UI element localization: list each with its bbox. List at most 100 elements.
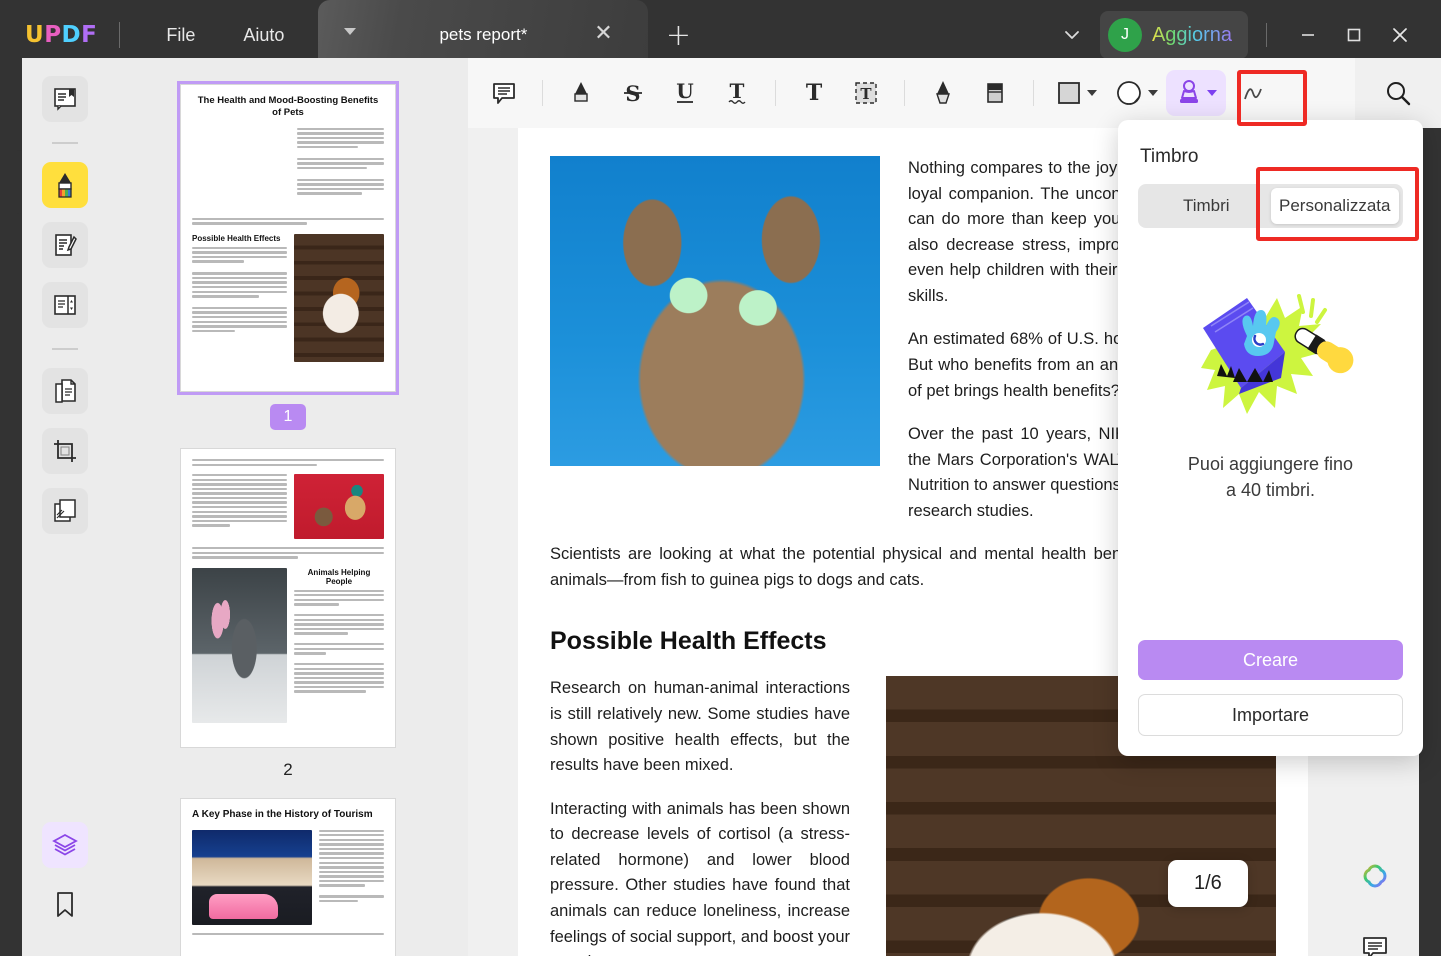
svg-text:T: T	[806, 80, 823, 106]
thumbnail-page-1[interactable]: The Health and Mood-Boosting Benefits of…	[177, 81, 399, 395]
ai-flower-icon	[1363, 864, 1387, 888]
menu-aiuto[interactable]: Aiuto	[219, 17, 308, 54]
sticker-tool[interactable]	[1106, 70, 1166, 116]
text-icon: T	[806, 80, 823, 106]
thumbnail-list: The Health and Mood-Boosting Benefits of…	[108, 58, 468, 956]
thumb-photo-dogs	[294, 473, 384, 539]
shape-icon	[1057, 82, 1080, 104]
stamp-illustration	[1181, 290, 1361, 425]
squiggly-tool[interactable]: T	[711, 70, 763, 116]
crop-icon	[54, 440, 76, 462]
signature-tool[interactable]	[1226, 70, 1278, 116]
stamp-panel[interactable]: Timbro Timbri Personalizzata Puoi aggiun…	[1118, 120, 1423, 756]
maximize-button[interactable]	[1331, 12, 1377, 58]
svg-text:T: T	[860, 85, 872, 103]
sidebar-item-pages[interactable]	[42, 488, 88, 534]
stamp-panel-note: Puoi aggiungere fino a 40 timbri.	[1118, 451, 1423, 503]
left-tool-rail	[22, 58, 108, 956]
svg-text:U: U	[676, 79, 693, 103]
pencil-tool[interactable]	[917, 70, 969, 116]
thumbnail-entry-1[interactable]: The Health and Mood-Boosting Benefits of…	[108, 58, 468, 430]
thumb-title-1: The Health and Mood-Boosting Benefits of…	[197, 95, 379, 118]
ai-assistant-button[interactable]	[1351, 856, 1399, 904]
thumbnail-panel[interactable]: The Health and Mood-Boosting Benefits of…	[108, 58, 468, 956]
new-tab-button[interactable]: +	[658, 18, 698, 53]
sticker-icon	[1116, 81, 1141, 105]
underline-tool[interactable]: U	[659, 70, 711, 116]
tab-personalizzata[interactable]: Personalizzata	[1270, 188, 1399, 224]
sidebar-item-bookmark[interactable]	[42, 882, 88, 928]
document-paragraph: Interacting with animals has been shown …	[550, 799, 850, 956]
comment-panel-button[interactable]	[1351, 924, 1399, 956]
avatar[interactable]: J	[1107, 18, 1142, 52]
sidebar-item-convert[interactable]	[42, 368, 88, 414]
pages-stack-icon	[54, 499, 76, 522]
search-tool-area[interactable]	[1355, 58, 1441, 128]
thumb-photo-havana	[192, 829, 312, 925]
stamp-tool[interactable]	[1166, 70, 1226, 116]
shape-caret-down-icon[interactable]	[1086, 90, 1097, 96]
layers-icon	[52, 833, 78, 856]
sidebar-item-comment[interactable]	[42, 162, 88, 208]
organize-pages-icon	[54, 295, 76, 315]
stamp-panel-actions: Creare Importare	[1138, 640, 1403, 736]
updf-logo: UPDF	[25, 22, 98, 48]
document-image-cat	[550, 156, 880, 466]
stamp-note-line-1: Puoi aggiungere fino	[1187, 454, 1354, 474]
thumb-photo-dogcat	[294, 233, 384, 362]
document-body-column: Research on human-animal interactions is…	[550, 676, 850, 956]
toolbar-divider-2	[775, 80, 776, 106]
sidebar-item-edit[interactable]	[42, 222, 88, 268]
create-stamp-button[interactable]: Creare	[1138, 640, 1403, 680]
strikethrough-tool[interactable]: S	[607, 70, 659, 116]
tabs-chevron-down-icon[interactable]	[1050, 13, 1094, 57]
highlight-icon	[574, 82, 588, 102]
text-tool[interactable]: T	[788, 70, 840, 116]
thumb-heading-1: Possible Health Effects	[192, 233, 281, 243]
upgrade-button[interactable]: J Aggiorna	[1099, 11, 1248, 59]
squiggly-icon: T	[728, 79, 746, 104]
thumbnail-page-3[interactable]: A Key Phase in the History of Tourism	[180, 798, 396, 956]
sticker-caret-down-icon[interactable]	[1147, 90, 1158, 96]
annotation-toolbar: S U T T T	[468, 58, 1419, 128]
menu-file[interactable]: File	[142, 17, 219, 54]
sidebar-item-organize[interactable]	[42, 282, 88, 328]
textbox-tool[interactable]: T	[840, 70, 892, 116]
comment-tool[interactable]	[478, 70, 530, 116]
import-stamp-button[interactable]: Importare	[1138, 694, 1403, 736]
stamp-panel-tabs: Timbri Personalizzata	[1138, 184, 1403, 228]
toolbar-divider-1	[542, 80, 543, 106]
thumb-photo-cat	[192, 126, 290, 211]
minimize-button[interactable]	[1285, 12, 1331, 58]
thumbnail-page-2[interactable]: Animals Helping People	[180, 448, 396, 748]
tab-timbri[interactable]: Timbri	[1142, 188, 1271, 224]
highlight-tool[interactable]	[555, 70, 607, 116]
sidebar-item-crop[interactable]	[42, 428, 88, 474]
thumb-title-3: A Key Phase in the History of Tourism	[192, 809, 373, 820]
comment-icon	[493, 83, 515, 104]
comment-panel-icon	[1363, 937, 1387, 956]
stamp-caret-down-icon[interactable]	[1206, 90, 1217, 96]
tab-close-icon[interactable]: ✕	[590, 22, 616, 48]
document-paragraph: Research on human-animal interactions is…	[550, 679, 850, 775]
thumb-label-2: 2	[283, 760, 293, 779]
eraser-tool[interactable]	[969, 70, 1021, 116]
highlighter-icon	[58, 173, 72, 198]
svg-text:T: T	[730, 79, 745, 103]
thumb-photo-cat-shelf	[192, 567, 287, 723]
upgrade-label: Aggiorna	[1151, 23, 1232, 46]
sidebar-item-reader[interactable]	[42, 76, 88, 122]
shape-tool[interactable]	[1046, 70, 1106, 116]
thumbnail-entry-3[interactable]: A Key Phase in the History of Tourism	[108, 798, 468, 956]
close-button[interactable]	[1377, 12, 1423, 58]
thumbnail-entry-2[interactable]: Animals Helping People 2	[108, 448, 468, 780]
thumb-label-1: 1	[108, 404, 468, 430]
stamp-note-line-2: a 40 timbri.	[1225, 480, 1316, 501]
stamp-icon	[1179, 80, 1198, 103]
edit-document-icon	[55, 234, 77, 256]
title-divider	[119, 22, 121, 48]
window-controls-divider	[1266, 23, 1267, 47]
tab-caret-down-icon[interactable]	[344, 28, 357, 35]
stamp-panel-title: Timbro	[1140, 146, 1199, 167]
sidebar-item-layers[interactable]	[42, 822, 88, 868]
